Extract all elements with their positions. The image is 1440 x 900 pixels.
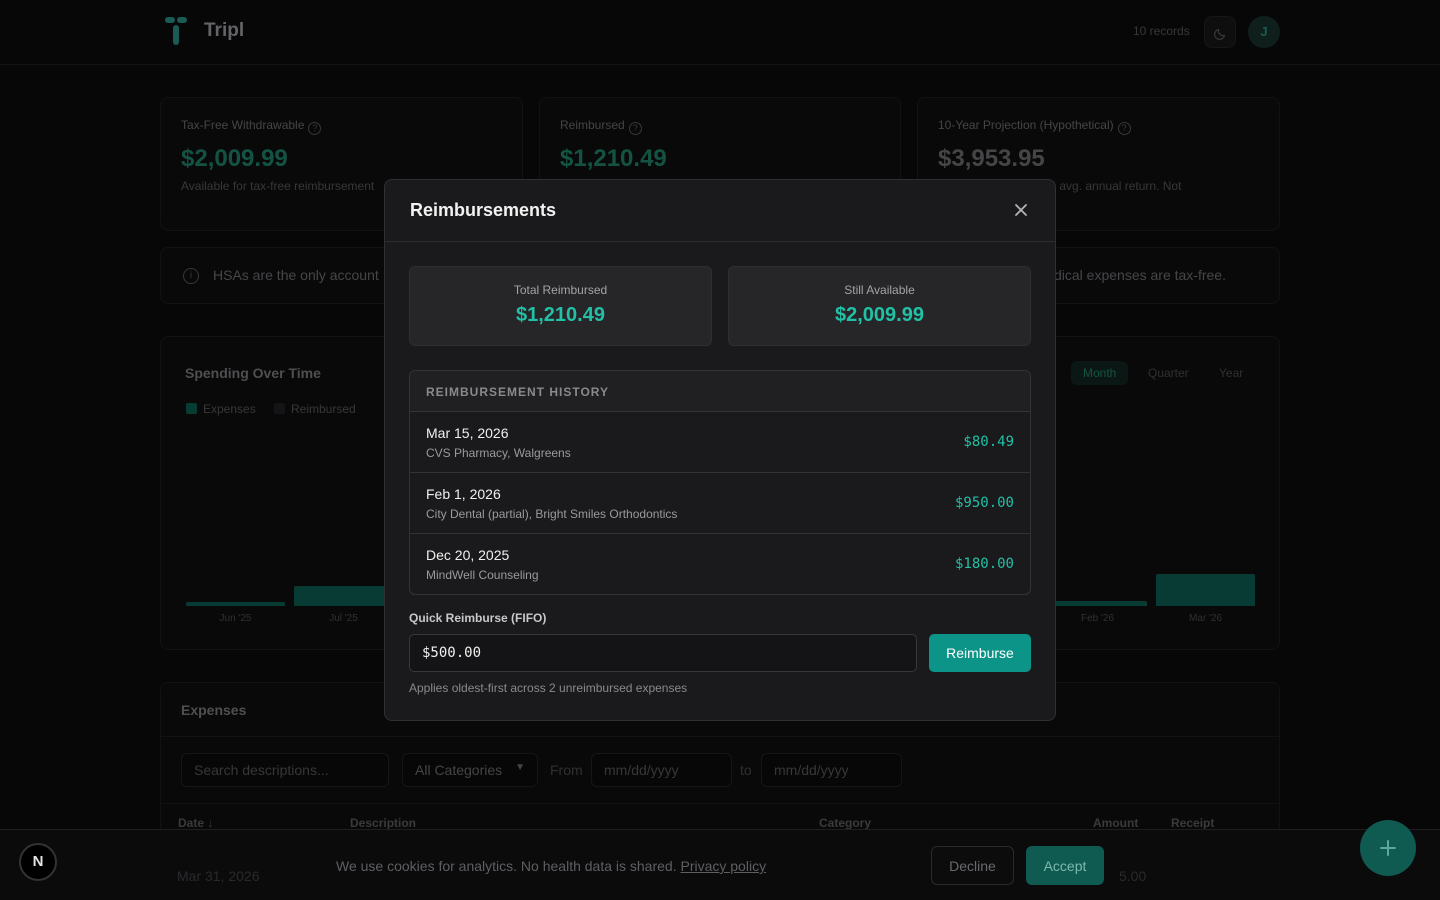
total-reimbursed-value: $1,210.49 [516,304,605,326]
history-vendors: MindWell Counseling [426,568,539,582]
close-button[interactable] [1009,198,1033,222]
history-amount: $180.00 [954,556,1014,572]
history-date: Dec 20, 2025 [426,547,510,563]
cookie-banner: Mar 31, 2026 5.00 We use cookies for ana… [0,829,1440,900]
history-date: Feb 1, 2026 [426,486,501,502]
history-amount: $950.00 [954,495,1014,511]
table-row-date: Mar 31, 2026 [177,868,260,884]
cookie-message: We use cookies for analytics. No health … [336,858,767,874]
still-available-box: Still Available $2,009.99 [728,266,1031,346]
close-icon [1015,204,1027,216]
plus-icon [1380,840,1396,856]
nextjs-badge-icon[interactable]: N [19,843,57,881]
history-vendors: City Dental (partial), Bright Smiles Ort… [426,507,678,521]
quick-reimburse-label: Quick Reimburse (FIFO) [409,611,547,625]
reimbursement-history: REIMBURSEMENT HISTORY Mar 15, 2026 CVS P… [409,370,1031,595]
quick-reimburse-amount-input[interactable] [409,634,917,672]
history-vendors: CVS Pharmacy, Walgreens [426,446,571,460]
history-row[interactable]: Mar 15, 2026 CVS Pharmacy, Walgreens $80… [410,412,1030,473]
table-row-amount: 5.00 [1119,868,1147,884]
reimbursements-modal: Reimbursements Total Reimbursed $1,210.4… [384,179,1056,721]
privacy-policy-link[interactable]: Privacy policy [680,858,766,874]
quick-reimburse-hint: Applies oldest-first across 2 unreimburs… [409,681,688,695]
history-date: Mar 15, 2026 [426,425,509,441]
total-reimbursed-box: Total Reimbursed $1,210.49 [409,266,712,346]
modal-title: Reimbursements [410,200,557,220]
accept-button[interactable]: Accept [1026,846,1104,885]
history-header: REIMBURSEMENT HISTORY [410,371,1030,412]
history-row[interactable]: Feb 1, 2026 City Dental (partial), Brigh… [410,473,1030,534]
reimburse-button[interactable]: Reimburse [929,634,1031,672]
still-available-label: Still Available [844,283,915,297]
add-expense-button[interactable] [1360,820,1416,876]
total-reimbursed-label: Total Reimbursed [513,283,608,297]
divider [385,241,1055,242]
history-amount: $80.49 [963,434,1014,450]
history-row[interactable]: Dec 20, 2025 MindWell Counseling $180.00 [410,534,1030,594]
decline-button[interactable]: Decline [931,846,1014,885]
still-available-value: $2,009.99 [835,304,924,326]
